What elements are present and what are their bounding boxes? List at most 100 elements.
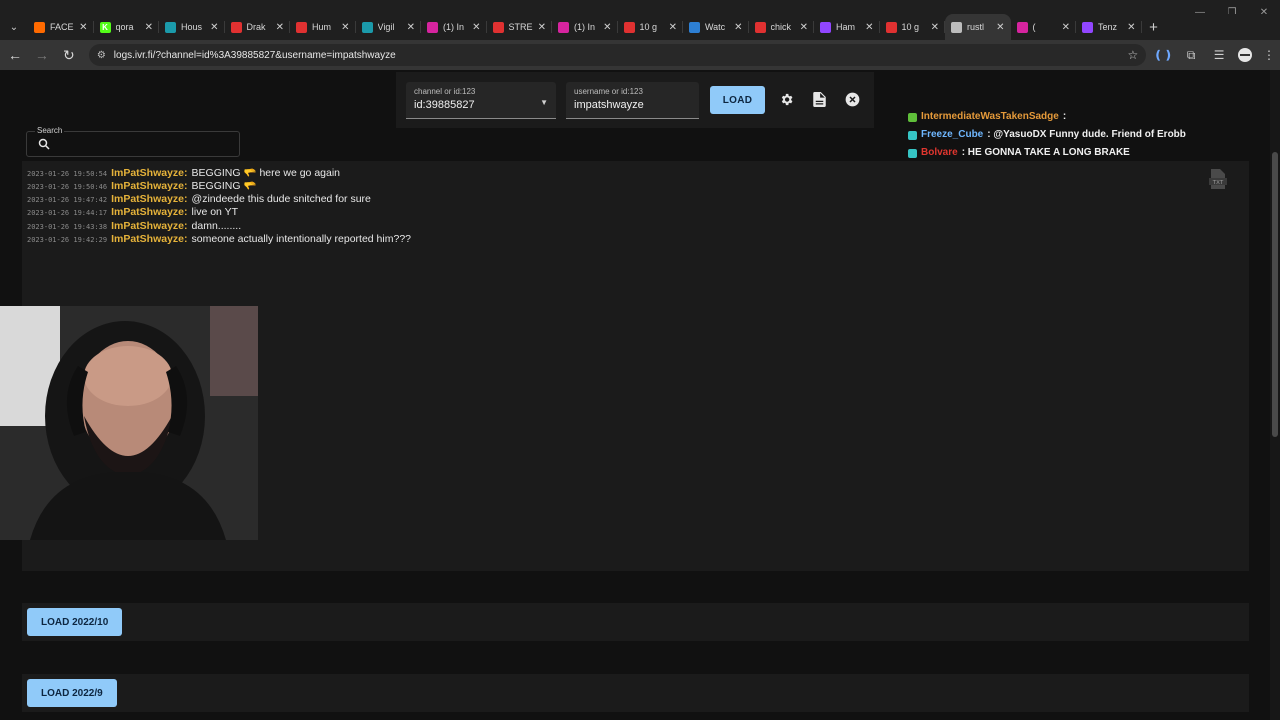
svg-text:TXT: TXT xyxy=(1212,180,1224,186)
tab-16[interactable]: Tenz ✕ xyxy=(1076,14,1142,40)
tab-close-icon[interactable]: ✕ xyxy=(472,22,480,33)
chat-badge-icon xyxy=(908,148,917,158)
tab-close-icon[interactable]: ✕ xyxy=(996,22,1004,33)
tab-8[interactable]: (1) In ✕ xyxy=(552,14,618,40)
document-icon[interactable] xyxy=(811,91,827,107)
gear-icon[interactable] xyxy=(778,91,794,107)
tab-close-icon[interactable]: ✕ xyxy=(865,22,873,33)
tab-close-icon[interactable]: ✕ xyxy=(734,22,742,33)
username-value[interactable]: impatshwayze xyxy=(574,99,691,111)
url-text[interactable]: logs.ivr.fi/?channel=id%3A39885827&usern… xyxy=(114,50,1120,61)
favicon-icon xyxy=(623,21,635,33)
extension-icon[interactable]: ❪❫ xyxy=(1152,44,1174,66)
favicon-icon xyxy=(1016,21,1028,33)
tab-title: ( xyxy=(1032,22,1036,32)
tab-2[interactable]: Hous ✕ xyxy=(159,14,225,40)
tab-4[interactable]: Hum ✕ xyxy=(290,14,356,40)
tab-title: FACE xyxy=(50,22,74,32)
load-button[interactable]: LOAD xyxy=(710,86,765,114)
tab-title: Drak xyxy=(246,22,266,32)
username-input[interactable]: username or id:123 impatshwayze xyxy=(566,82,699,119)
tab-close-icon[interactable]: ✕ xyxy=(79,22,87,33)
site-info-icon[interactable]: ⚙ xyxy=(97,50,106,61)
tab-15[interactable]: (✕ xyxy=(1011,14,1077,40)
tab-close-icon[interactable]: ✕ xyxy=(603,22,611,33)
chat-message: : HE GONNA TAKE A LONG BRAKE xyxy=(961,147,1130,158)
search-icon xyxy=(38,138,50,150)
tab-7[interactable]: STRE ✕ xyxy=(487,14,553,40)
tab-close-icon[interactable]: ✕ xyxy=(407,22,415,33)
txt-file-icon[interactable]: TXT xyxy=(1209,169,1227,189)
tab-title: 10 g xyxy=(901,22,920,32)
tab-0[interactable]: FACE ✕ xyxy=(28,14,94,40)
address-bar[interactable]: ⚙ logs.ivr.fi/?channel=id%3A39885827&use… xyxy=(88,44,1147,66)
tab-close-icon[interactable]: ✕ xyxy=(800,22,808,33)
tab-close-icon[interactable]: ✕ xyxy=(931,22,939,33)
load-month-button[interactable]: LOAD 2022/9 xyxy=(27,679,117,707)
log-timestamp: 2023-01-26 19:42:29 xyxy=(27,236,108,244)
log-timestamp: 2023-01-26 19:50:54 xyxy=(27,170,108,178)
load-month-row: LOAD 2022/9 xyxy=(22,674,1249,712)
log-message: someone actually intentionally reported … xyxy=(191,233,411,245)
chat-username: IntermediateWasTakenSadge xyxy=(921,111,1059,122)
tab-close-icon[interactable]: ✕ xyxy=(669,22,677,33)
favicon-icon xyxy=(558,21,569,33)
browser-toolbar: ← → ↻ ⚙ logs.ivr.fi/?channel=id%3A398858… xyxy=(0,40,1280,70)
tab-close-icon[interactable]: ✕ xyxy=(210,22,218,33)
reload-icon[interactable]: ↻ xyxy=(57,43,81,67)
tab-close-icon[interactable]: ✕ xyxy=(538,22,546,33)
tab-title: (1) In xyxy=(574,22,596,32)
channel-select[interactable]: channel or id:123 id:39885827 ▼ xyxy=(406,82,556,119)
tab-title: Vigil xyxy=(377,22,395,32)
tab-close-icon[interactable]: ✕ xyxy=(341,22,349,33)
tab-title: Hous xyxy=(181,22,203,32)
tab-10[interactable]: Watc ✕ xyxy=(683,14,749,40)
log-row: 2023-01-26 19:44:17 ImPatShwayze: live on … xyxy=(27,206,238,219)
close-circle-icon[interactable] xyxy=(844,91,860,107)
back-icon[interactable]: ← xyxy=(3,43,27,67)
log-message: @zindeede this dude snitched for sure xyxy=(191,192,371,205)
load-month-button[interactable]: LOAD 2022/10 xyxy=(27,608,123,636)
chat-badge-icon xyxy=(908,130,917,140)
tab-title: rustl xyxy=(967,22,985,32)
tab-title: STRE xyxy=(508,22,533,32)
tab-title: Watc xyxy=(705,22,726,32)
username-label: username or id:123 xyxy=(574,87,643,96)
extensions-puzzle-icon[interactable]: ⧉ xyxy=(1180,44,1202,66)
tab-close-icon[interactable]: ✕ xyxy=(145,22,153,33)
tab-6[interactable]: (1) In ✕ xyxy=(421,14,487,40)
tab-groups-icon[interactable]: ☰ xyxy=(1208,44,1230,66)
tab-close-icon[interactable]: ✕ xyxy=(1062,22,1070,33)
favicon-icon xyxy=(1082,21,1093,33)
scrollbar-thumb[interactable] xyxy=(1272,152,1278,437)
tab-13[interactable]: 10 g ✕ xyxy=(880,14,946,40)
tab-9[interactable]: 10 g ✕ xyxy=(618,14,684,40)
search-input[interactable]: Search xyxy=(26,126,240,157)
load-month-row: LOAD 2022/10 xyxy=(22,603,1249,641)
tab-12[interactable]: Ham ✕ xyxy=(814,14,880,40)
log-timestamp: 2023-01-26 19:47:42 xyxy=(27,195,108,204)
tab-5[interactable]: Vigil ✕ xyxy=(356,14,422,40)
tab-title: Ham xyxy=(836,22,856,32)
new-tab-button[interactable]: + xyxy=(1142,14,1166,40)
forward-icon[interactable]: → xyxy=(30,43,54,67)
tab-close-icon[interactable]: ✕ xyxy=(1127,22,1135,33)
favicon-icon xyxy=(820,21,831,33)
page-scrollbar[interactable] xyxy=(1270,70,1280,720)
profile-avatar[interactable] xyxy=(1238,48,1253,62)
tab-14[interactable]: rustl ✕ xyxy=(945,14,1011,40)
bookmark-star-icon[interactable]: ☆ xyxy=(1127,48,1138,62)
log-row: 2023-01-26 19:50:54 ImPatShwayze: BEGGING … xyxy=(27,166,340,179)
log-username: ImPatShwayze: xyxy=(111,180,188,193)
tab-3[interactable]: Drak ✕ xyxy=(225,14,291,40)
favicon-icon xyxy=(34,21,45,33)
tab-11[interactable]: chick ✕ xyxy=(749,14,815,40)
chat-line: Bolvare : HE GONNA TAKE A LONG BRAKE xyxy=(908,144,1248,162)
browser-menu-icon[interactable]: ⋮ xyxy=(1258,44,1280,66)
tab-search-icon[interactable]: ⌄ xyxy=(0,14,28,40)
chat-message: : xyxy=(1062,111,1067,122)
tab-1[interactable]: Kqora ✕ xyxy=(94,14,160,40)
channel-value[interactable]: id:39885827 xyxy=(414,99,548,111)
chevron-down-icon[interactable]: ▼ xyxy=(540,98,548,107)
tab-close-icon[interactable]: ✕ xyxy=(276,22,284,33)
